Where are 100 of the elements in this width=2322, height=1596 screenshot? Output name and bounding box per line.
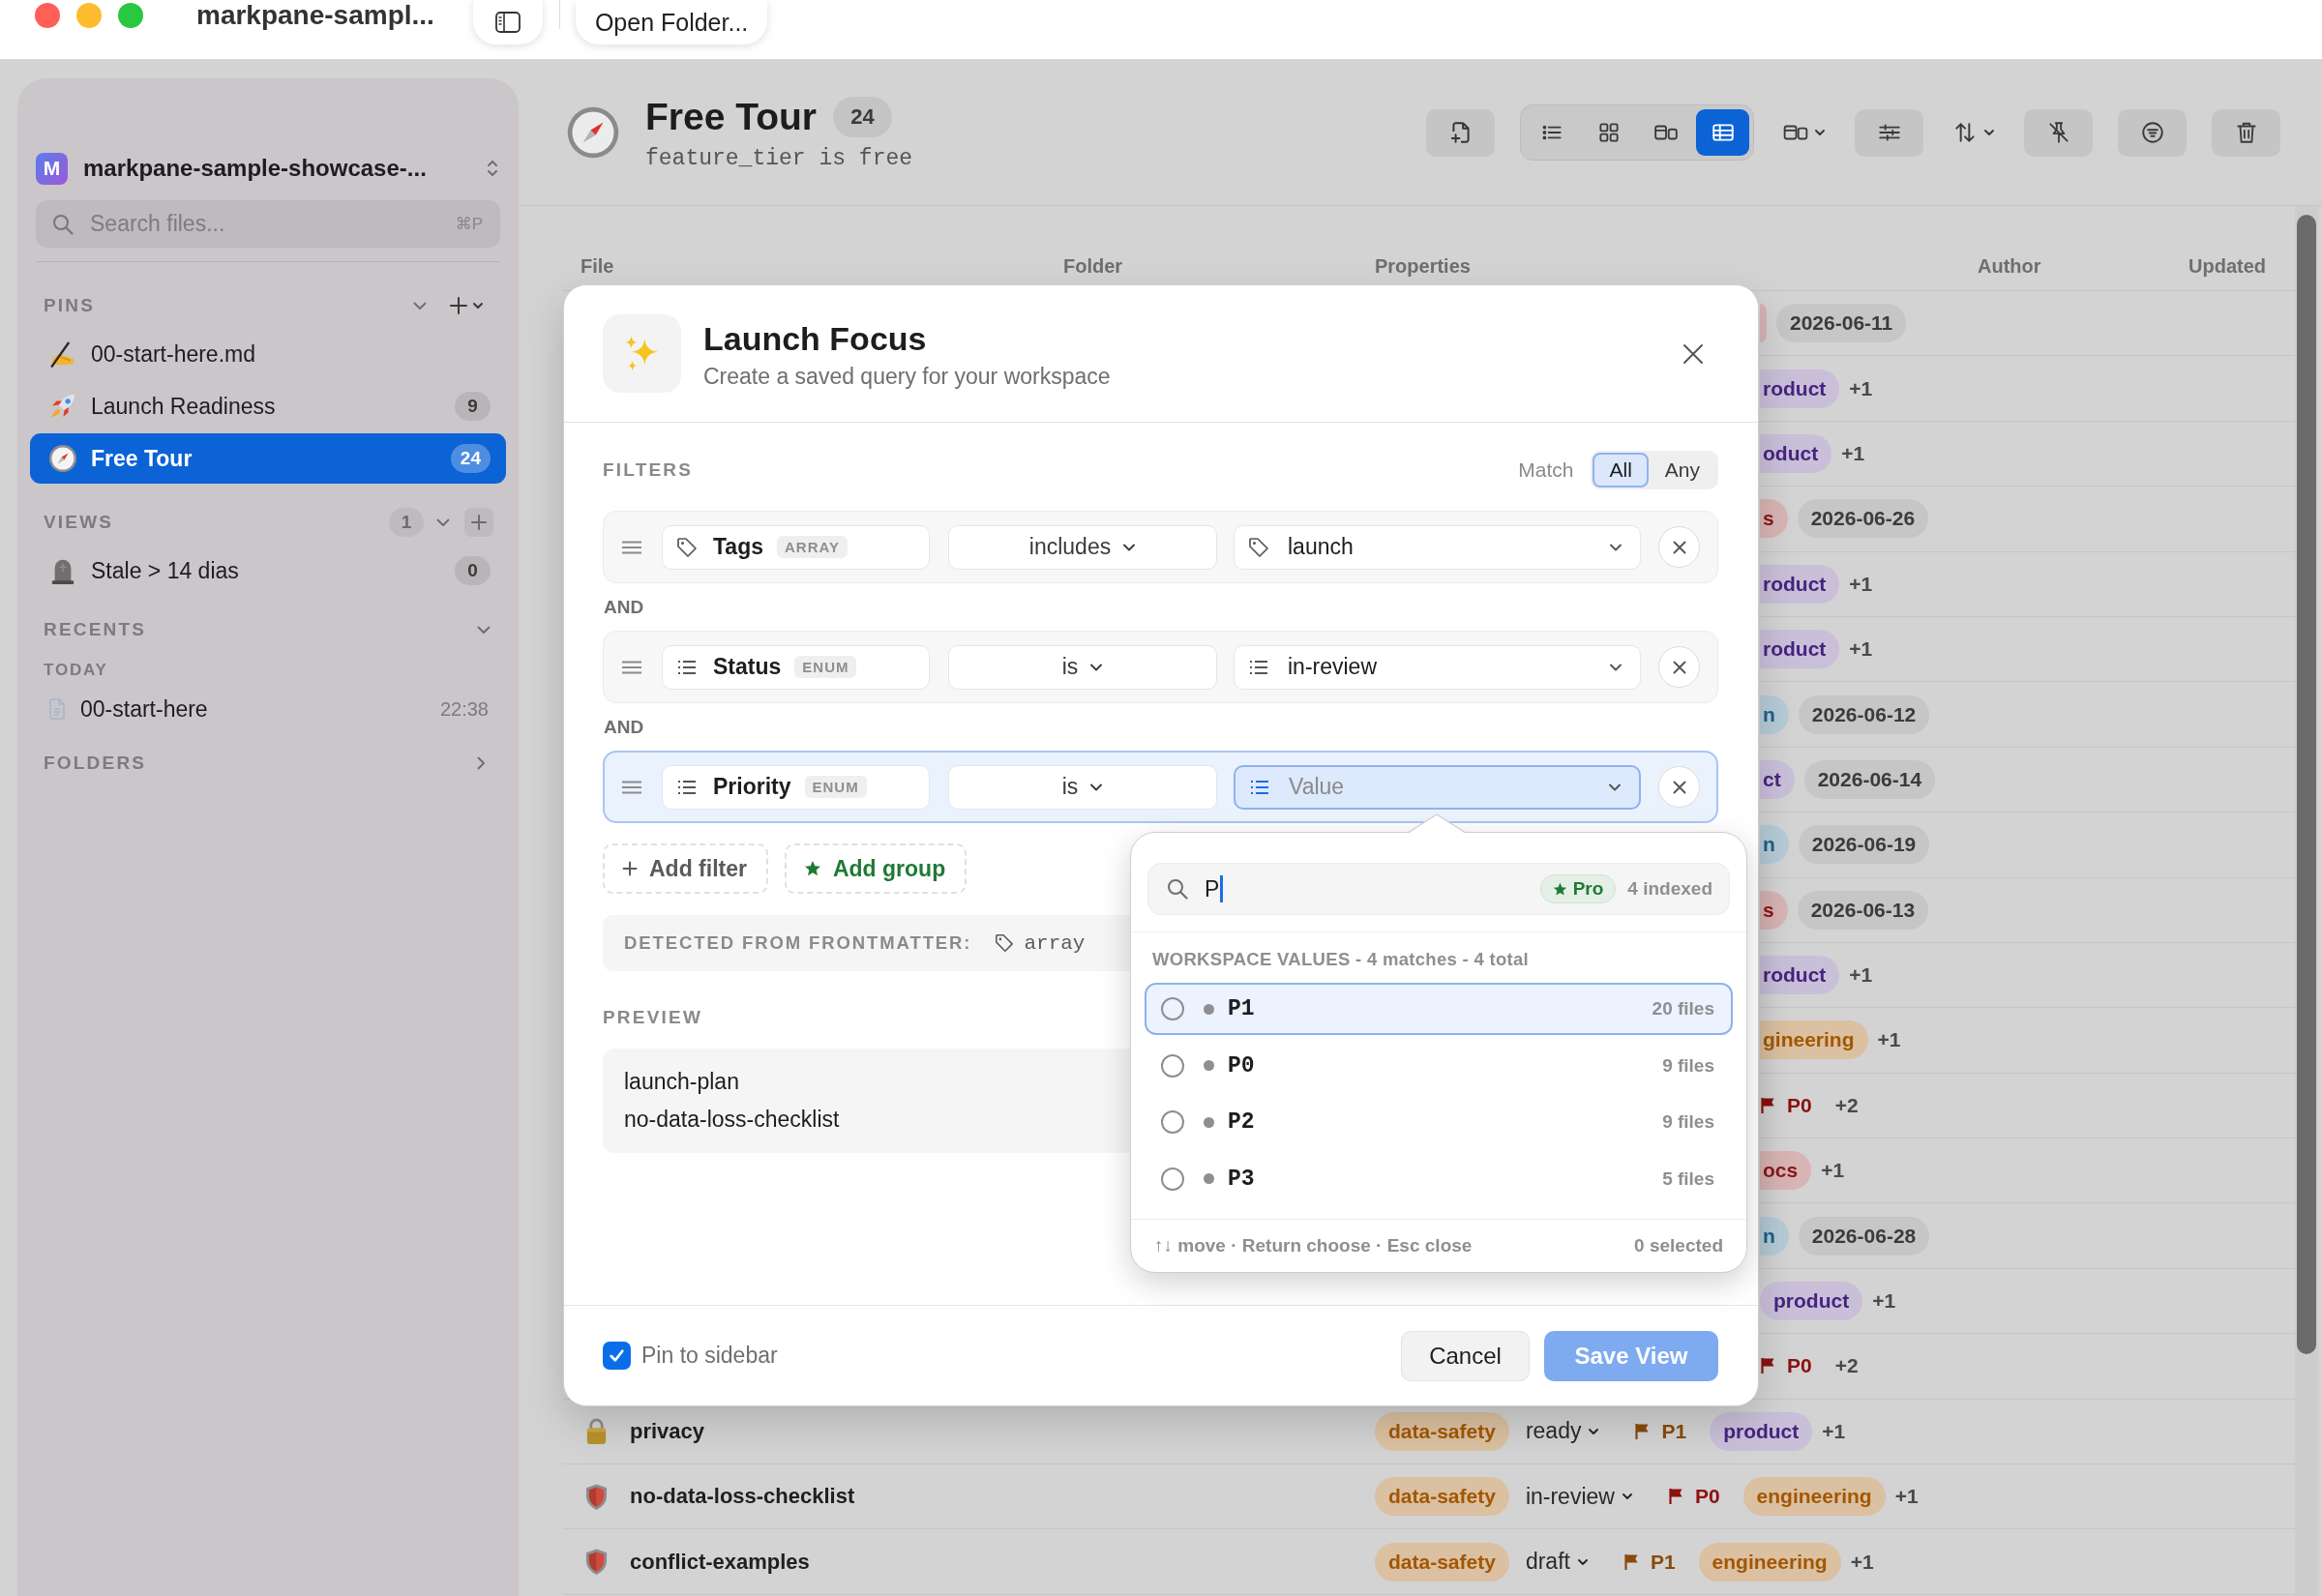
scrollbar[interactable] [2295, 206, 2318, 1596]
add-filter-button[interactable]: Add filter [603, 843, 768, 894]
more-count: +2 [1834, 1093, 1859, 1117]
value-search-field[interactable]: P Pro 4 indexed [1147, 863, 1730, 915]
keyboard-hint: ↑↓ move · Return choose · Esc close [1154, 1235, 1473, 1256]
updated-date: 2026-06-12 [1798, 695, 1930, 734]
file-name[interactable]: conflict-examples [630, 1549, 810, 1575]
add-group-button[interactable]: Add group [784, 843, 968, 894]
preview-item: launch-plan [624, 1068, 739, 1096]
updated-date: 2026-06-26 [1797, 499, 1929, 539]
status-select[interactable]: ready [1525, 1418, 1600, 1445]
type-badge: ENUM [804, 776, 867, 798]
selected-count: 0 selected [1634, 1235, 1723, 1256]
group-label: TODAY [44, 660, 108, 681]
tag: s [1760, 499, 1788, 539]
count-badge: 0 [455, 556, 491, 585]
plus-icon [470, 514, 488, 531]
tag: engineering [1698, 1542, 1841, 1581]
document-icon [48, 698, 66, 720]
more-count: +1 [1849, 376, 1873, 400]
radio-button[interactable] [1161, 1110, 1184, 1134]
window-title: markpane-sampl... [196, 0, 434, 31]
view-mode-button[interactable] [1696, 109, 1749, 156]
value-select[interactable]: launch [1234, 524, 1641, 570]
operator-select[interactable]: includes [948, 524, 1217, 570]
match-option[interactable]: Any [1648, 453, 1716, 488]
close-icon [1671, 539, 1687, 555]
sidebar-item[interactable]: Free Tour 24 [30, 433, 506, 484]
more-count: +1 [1872, 1289, 1896, 1314]
logic-connector: AND [603, 596, 644, 619]
sidebar-item[interactable]: Stale > 14 dias 0 [30, 546, 506, 596]
tag: s [1760, 890, 1788, 930]
status-select[interactable]: in-review [1525, 1483, 1633, 1510]
more-count: +1 [1894, 1485, 1919, 1509]
unpin-button[interactable] [2024, 108, 2093, 157]
shield-icon [584, 1548, 609, 1577]
priority-label: P1 [1650, 1550, 1676, 1574]
remove-filter-button[interactable] [1658, 766, 1700, 808]
more-count: +1 [1850, 1550, 1874, 1574]
sidebar-item[interactable]: Launch Readiness 9 [30, 381, 506, 431]
sort-arrows-icon [1952, 120, 1978, 145]
tag: product [1710, 1411, 1813, 1451]
open-folder-button[interactable]: Open Folder... [575, 0, 768, 44]
value-select[interactable]: in-review [1234, 644, 1641, 690]
more-count: +1 [1821, 1159, 1845, 1183]
match-option[interactable]: All [1593, 453, 1649, 488]
drag-handle-icon[interactable] [621, 540, 642, 554]
match-label: Match [1518, 458, 1574, 482]
status-select[interactable]: draft [1525, 1549, 1589, 1576]
radio-button[interactable] [1161, 1053, 1184, 1078]
view-title: Free Tour [645, 95, 817, 139]
new-file-button[interactable] [1426, 108, 1495, 157]
radio-button[interactable] [1161, 1167, 1184, 1191]
property-select[interactable]: Priority ENUM [662, 764, 930, 810]
sidebar-toggle-button[interactable] [472, 0, 543, 44]
tag: ct [1760, 759, 1795, 799]
chevron-up-down-icon[interactable] [487, 159, 498, 178]
filter-button[interactable] [2118, 108, 2187, 157]
window-close-button[interactable] [35, 3, 60, 28]
file-name[interactable]: no-data-loss-checklist [630, 1484, 855, 1510]
scrollbar-thumb[interactable] [2297, 215, 2316, 1354]
updated-date: 2026-06-11 [1776, 304, 1907, 343]
file-name[interactable]: privacy [630, 1418, 705, 1444]
drag-handle-icon[interactable] [621, 780, 642, 794]
remove-filter-button[interactable] [1658, 646, 1700, 688]
value-option[interactable]: P0 9 files [1145, 1039, 1733, 1092]
operator-select[interactable]: is [948, 644, 1217, 690]
delete-button[interactable] [2212, 108, 2280, 157]
value-option[interactable]: P1 20 files [1145, 983, 1733, 1035]
chevron-down-icon [1983, 127, 1995, 138]
list-heading: WORKSPACE VALUES - 4 matches - 4 total [1152, 948, 1529, 971]
updated-date: 2026-06-14 [1803, 759, 1936, 799]
add-pin-button[interactable] [449, 296, 484, 315]
property-select[interactable]: Status ENUM [662, 644, 930, 690]
drag-handle-icon[interactable] [621, 660, 642, 674]
workspace-avatar[interactable]: M [36, 152, 68, 185]
checkbox-label[interactable]: Pin to sidebar [641, 1343, 778, 1369]
tag-icon [676, 536, 698, 558]
rocket-icon [48, 392, 77, 421]
detected-label: DETECTED FROM FRONTMATTER: [624, 932, 972, 954]
remove-filter-button[interactable] [1658, 526, 1700, 568]
pin-checkbox[interactable] [603, 1342, 631, 1370]
cancel-button[interactable]: Cancel [1401, 1330, 1530, 1381]
radio-button[interactable] [1161, 997, 1184, 1020]
value-option[interactable]: P2 9 files [1145, 1096, 1733, 1148]
property-select[interactable]: Tags ARRAY [662, 524, 930, 570]
workspace-name[interactable]: markpane-sample-showcase-... [83, 155, 427, 182]
sidebar-icon [494, 10, 521, 35]
search-query: P [1205, 875, 1220, 902]
shield-icon [584, 1482, 609, 1511]
value-option[interactable]: P3 5 files [1145, 1152, 1733, 1205]
close-icon [1671, 659, 1687, 675]
operator-select[interactable]: is [948, 764, 1217, 810]
file-count: 9 files [1662, 1111, 1714, 1133]
sidebar-item[interactable]: 00-start-here.md [30, 329, 506, 379]
recent-file[interactable]: 00-start-here 22:38 [30, 688, 506, 730]
more-count: +1 [1849, 572, 1873, 596]
star-icon [803, 860, 821, 877]
add-view-button[interactable] [464, 508, 493, 537]
filter-settings-button[interactable] [1855, 108, 1923, 157]
